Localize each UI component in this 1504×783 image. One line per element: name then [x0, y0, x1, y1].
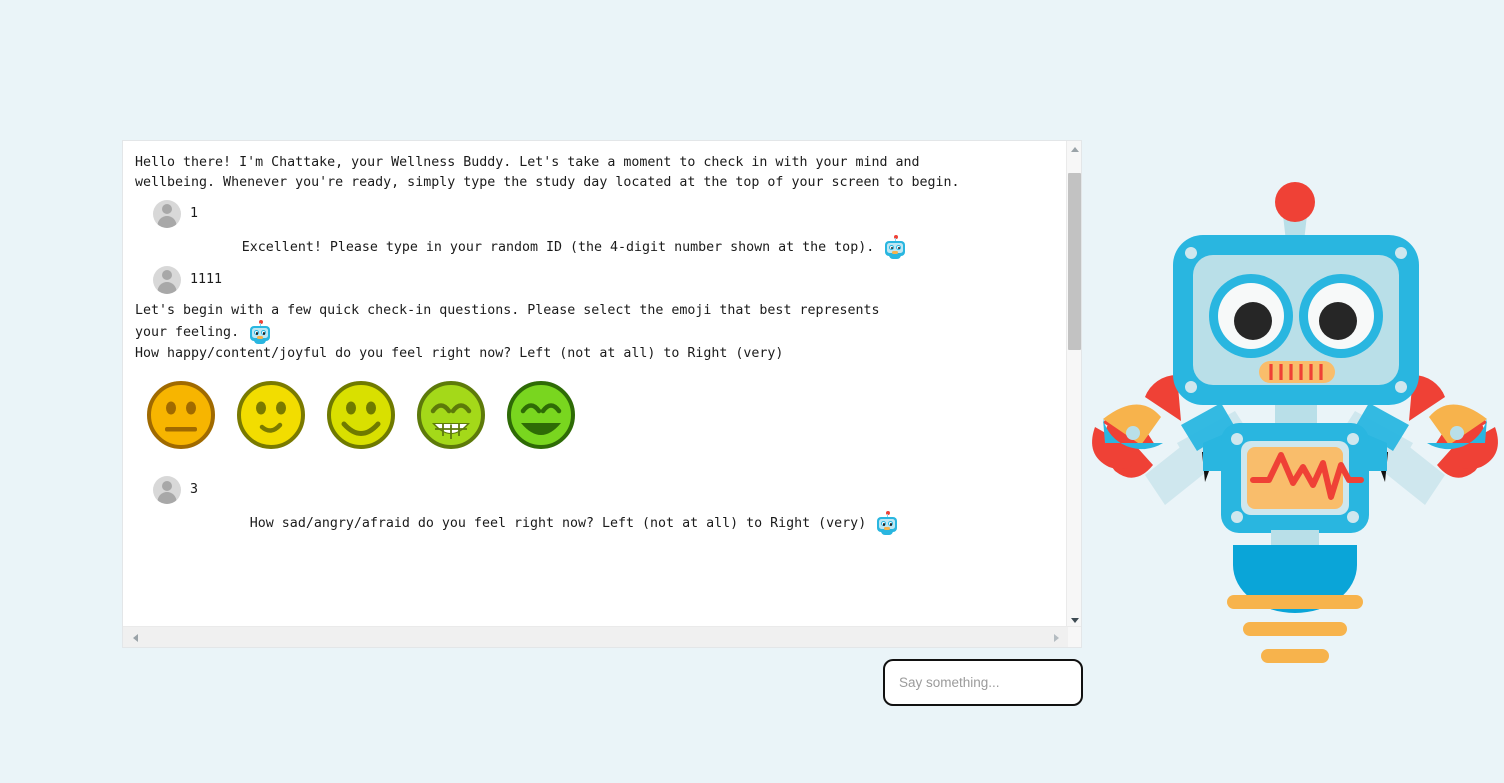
message-input[interactable] — [883, 659, 1083, 706]
chat-scroll-area[interactable]: Hello there! I'm Chattake, your Wellness… — [123, 141, 1061, 628]
user-avatar-icon — [153, 476, 181, 505]
scrollbar-corner — [1068, 627, 1081, 647]
chat-message-list: Hello there! I'm Chattake, your Wellness… — [123, 141, 1061, 536]
robot-avatar-icon — [249, 320, 271, 345]
scroll-up-arrow-icon[interactable] — [1067, 141, 1081, 157]
chat-message-user: 1 — [123, 193, 1061, 235]
chat-message-text: How happy/content/joyful do you feel rig… — [135, 346, 784, 362]
scroll-right-arrow-icon[interactable] — [1048, 627, 1064, 647]
chat-message-bot: Hello there! I'm Chattake, your Wellness… — [123, 153, 1061, 193]
chat-panel: Hello there! I'm Chattake, your Wellness… — [122, 140, 1082, 648]
scroll-left-arrow-icon[interactable] — [127, 627, 143, 647]
message-input-container — [883, 659, 1083, 706]
slight-smile-emoji[interactable] — [235, 379, 307, 451]
chat-message-user: 3 — [123, 469, 1061, 511]
neutral-face-emoji[interactable] — [145, 379, 217, 451]
chat-message-text: 1111 — [190, 271, 223, 287]
chat-message-text: 1 — [190, 205, 199, 221]
chat-message-bot: Excellent! Please type in your random ID… — [123, 234, 1061, 259]
chat-message-bot: How happy/content/joyful do you feel rig… — [123, 344, 1061, 365]
robot-avatar-icon — [884, 234, 906, 259]
robot-avatar-icon — [876, 511, 898, 536]
chat-message-text: Hello there! I'm Chattake, your Wellness… — [135, 155, 960, 190]
smiling-face-emoji[interactable] — [325, 379, 397, 451]
user-avatar-icon — [153, 199, 181, 228]
grinning-teeth-emoji[interactable] — [415, 379, 487, 451]
open-mouth-laugh-emoji[interactable] — [505, 379, 577, 451]
chat-message-text: 3 — [190, 482, 199, 498]
horizontal-scrollbar[interactable] — [123, 626, 1081, 647]
screen: Hello there! I'm Chattake, your Wellness… — [0, 0, 1504, 783]
happiness-rating-scale — [123, 365, 1061, 469]
chat-message-text: How sad/angry/afraid do you feel right n… — [249, 516, 867, 532]
chat-message-bot: How sad/angry/afraid do you feel right n… — [123, 511, 1061, 536]
chat-message-text: Excellent! Please type in your random ID… — [241, 239, 875, 255]
chat-message-user: 1111 — [123, 259, 1061, 301]
user-avatar-icon — [153, 265, 181, 294]
vertical-scrollbar-thumb[interactable] — [1068, 172, 1081, 351]
chat-message-text: Let's begin with a few quick check-in qu… — [135, 302, 880, 341]
vertical-scrollbar[interactable] — [1066, 141, 1081, 628]
chat-message-bot: Let's begin with a few quick check-in qu… — [123, 301, 1061, 345]
robot-mascot-illustration — [1085, 175, 1504, 665]
